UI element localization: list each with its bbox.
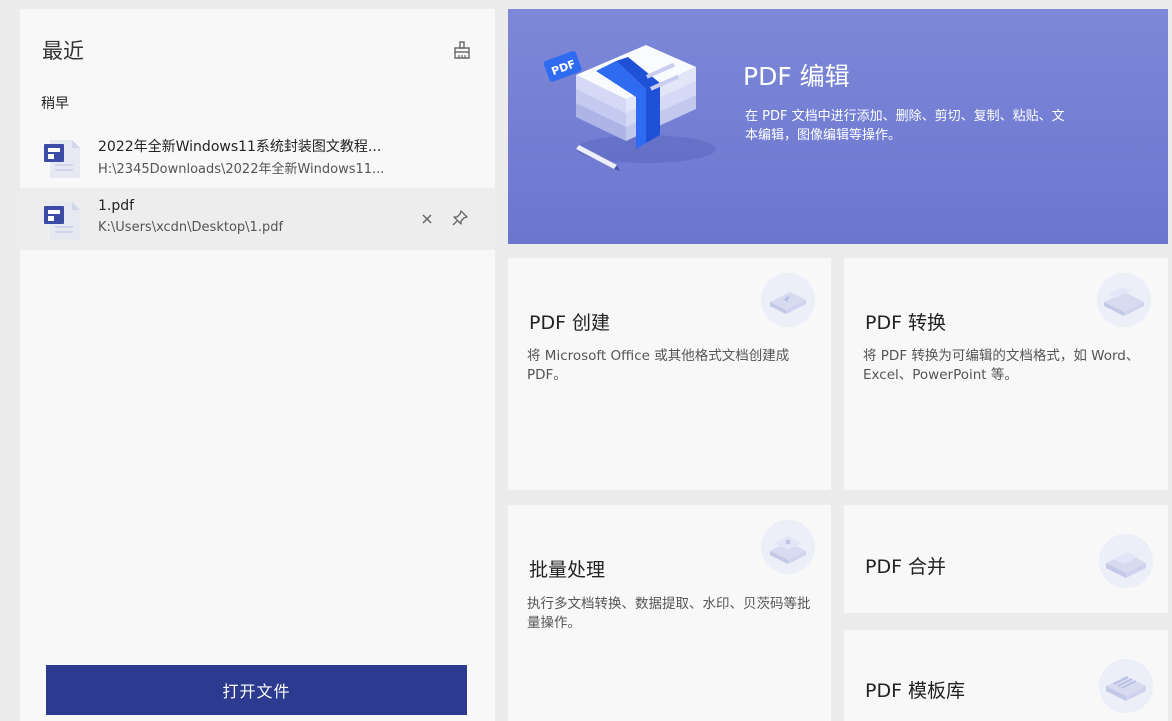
pdf-create-icon	[761, 273, 815, 327]
pdf-merge-title: PDF 合并	[865, 556, 947, 578]
open-file-button[interactable]: 打开文件	[46, 665, 467, 715]
recent-file-row[interactable]: 2022年全新Windows11系统封装图文教程... H:\2345Downl…	[20, 126, 495, 188]
batch-process-card[interactable]: 批量处理 执行多文档转换、数据提取、水印、贝茨码等批量操作。	[508, 505, 831, 721]
file-path: H:\2345Downloads\2022年全新Windows11...	[98, 162, 385, 177]
batch-process-title: 批量处理	[529, 559, 606, 581]
recent-panel: 最近 稍早 2022年全新Windows11系统封装图文教程... H:\234…	[20, 9, 495, 721]
file-name: 2022年全新Windows11系统封装图文教程...	[98, 139, 382, 155]
pdf-convert-title: PDF 转换	[865, 312, 947, 334]
pin-icon[interactable]	[451, 209, 469, 227]
pdf-create-card[interactable]: PDF 创建 将 Microsoft Office 或其他格式文档创建成 PDF…	[508, 258, 831, 490]
pdf-merge-icon	[1099, 534, 1153, 588]
pdf-template-title: PDF 模板库	[865, 680, 966, 702]
pdf-edit-desc: 在 PDF 文档中进行添加、删除、剪切、复制、粘贴、文本编辑，图像编辑等操作。	[745, 109, 1065, 143]
batch-process-desc: 执行多文档转换、数据提取、水印、贝茨码等批量操作。	[527, 596, 811, 631]
file-path: K:\Users\xcdn\Desktop\1.pdf	[98, 220, 284, 235]
pdf-convert-card[interactable]: PDF 转换 将 PDF 转换为可编辑的文档格式，如 Word、Excel、Po…	[844, 258, 1168, 490]
pdf-create-desc: 将 Microsoft Office 或其他格式文档创建成 PDF。	[527, 348, 790, 383]
pdf-create-title: PDF 创建	[529, 312, 611, 334]
pdf-template-card[interactable]: PDF 模板库	[844, 630, 1168, 721]
pdf-template-icon	[1099, 659, 1153, 713]
pdf-file-icon	[44, 140, 80, 178]
recent-file-row[interactable]: 1.pdf K:\Users\xcdn\Desktop\1.pdf	[20, 188, 495, 250]
pdf-edit-illustration-icon: PDF	[543, 45, 716, 171]
batch-process-icon	[761, 520, 815, 574]
pdf-edit-title: PDF 编辑	[743, 62, 850, 91]
pdf-convert-icon	[1097, 273, 1151, 327]
pdf-edit-card[interactable]: PDF PDF 编辑 在 PDF 文档中进行添加、删除、剪切、复制、粘贴、文本编…	[508, 9, 1168, 244]
pdf-convert-desc: 将 PDF 转换为可编辑的文档格式，如 Word、Excel、PowerPoin…	[863, 348, 1140, 383]
close-icon[interactable]	[418, 210, 436, 228]
recent-title: 最近	[42, 39, 84, 63]
broom-icon[interactable]	[452, 40, 472, 60]
file-name: 1.pdf	[98, 198, 135, 214]
pdf-file-icon	[44, 202, 80, 240]
pdf-merge-card[interactable]: PDF 合并	[844, 505, 1168, 613]
section-label-earlier: 稍早	[41, 96, 69, 112]
